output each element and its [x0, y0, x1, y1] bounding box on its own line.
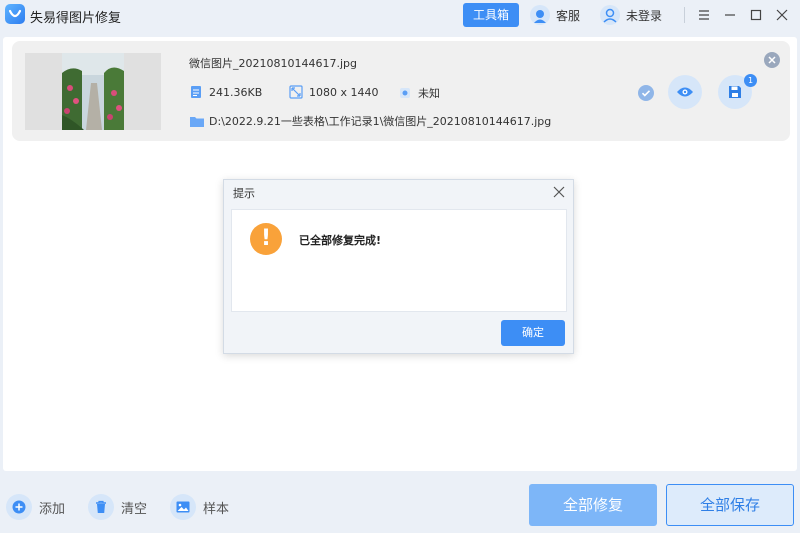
- maximize-icon: [750, 9, 762, 21]
- image-thumbnail: [62, 53, 124, 130]
- sample-label: 样本: [203, 501, 230, 517]
- file-size-value: 241.36KB: [209, 85, 263, 99]
- login-label: 未登录: [626, 8, 663, 23]
- user-avatar-icon: [600, 5, 620, 25]
- close-icon: [768, 56, 776, 64]
- titlebar-divider: [684, 7, 685, 23]
- add-label: 添加: [39, 501, 66, 517]
- add-button[interactable]: 添加: [6, 492, 65, 522]
- completion-dialog: 提示 ! 已全部修复完成! 确定: [223, 179, 574, 354]
- app-logo-icon: [5, 4, 25, 24]
- title-bar: 失易得图片修复 工具箱 客服 未登录: [0, 0, 800, 30]
- save-all-button[interactable]: 全部保存: [666, 484, 794, 526]
- close-icon: [553, 186, 565, 198]
- preview-button[interactable]: [668, 75, 702, 109]
- file-path: D:\2022.9.21一些表格\工作记录1\微信图片_202108101446…: [189, 113, 551, 129]
- customer-service-button[interactable]: 客服: [530, 3, 580, 27]
- format-icon: [400, 88, 410, 98]
- save-icon: [729, 86, 741, 98]
- file-format: 未知: [398, 85, 440, 101]
- dialog-title: 提示: [233, 187, 255, 200]
- dialog-close-button[interactable]: [552, 185, 566, 199]
- menu-button[interactable]: [694, 5, 714, 25]
- warning-icon: !: [250, 223, 282, 255]
- add-icon: [6, 494, 32, 520]
- ok-button[interactable]: 确定: [501, 320, 565, 346]
- file-path-value: D:\2022.9.21一些表格\工作记录1\微信图片_202108101446…: [209, 115, 552, 128]
- remove-file-button[interactable]: [764, 52, 780, 68]
- toolbox-button[interactable]: 工具箱: [463, 3, 519, 27]
- file-dimensions-value: 1080 x 1440: [309, 85, 379, 99]
- dialog-body: ! 已全部修复完成!: [231, 209, 567, 312]
- file-dimensions: 1080 x 1440: [289, 85, 379, 99]
- headset-icon: [530, 5, 550, 25]
- sample-button[interactable]: 样本: [170, 492, 229, 522]
- clear-button[interactable]: 清空: [88, 492, 147, 522]
- file-size: 241.36KB: [189, 85, 262, 99]
- close-icon: [776, 9, 788, 21]
- file-format-value: 未知: [418, 87, 440, 100]
- save-count-badge: 1: [744, 74, 757, 87]
- login-button[interactable]: 未登录: [600, 3, 662, 27]
- thumbnail-frame: [25, 53, 161, 130]
- file-name: 微信图片_20210810144617.jpg: [189, 57, 357, 70]
- maximize-button[interactable]: [746, 5, 766, 25]
- dialog-message: 已全部修复完成!: [299, 234, 382, 247]
- close-window-button[interactable]: [772, 5, 792, 25]
- service-label: 客服: [556, 8, 581, 23]
- minimize-icon: [725, 14, 735, 16]
- eye-icon: [677, 87, 693, 97]
- image-icon: [170, 494, 196, 520]
- minimize-button[interactable]: [720, 5, 740, 25]
- file-item[interactable]: 微信图片_20210810144617.jpg 241.36KB 1080 x …: [12, 41, 790, 141]
- app-title: 失易得图片修复: [30, 11, 122, 26]
- check-status-icon: [638, 85, 654, 101]
- document-icon: [191, 86, 201, 98]
- clear-label: 清空: [121, 501, 148, 517]
- menu-icon: [699, 10, 709, 20]
- repair-all-button[interactable]: 全部修复: [529, 484, 657, 526]
- resize-icon: [289, 85, 303, 99]
- trash-icon: [88, 494, 114, 520]
- folder-icon: [190, 116, 204, 127]
